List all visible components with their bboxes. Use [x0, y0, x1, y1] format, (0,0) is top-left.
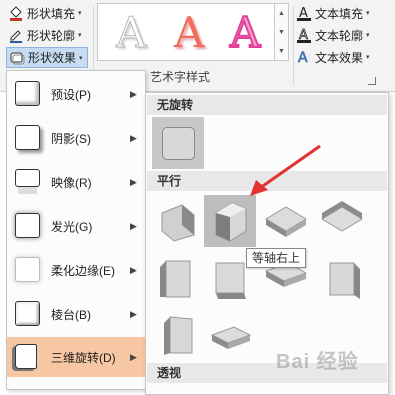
bevel-icon — [15, 301, 40, 326]
menu-item-label: 柔化边缘(E) — [51, 263, 115, 278]
text-outline-label: 文本轮廓 — [315, 28, 364, 43]
screenshot-root: { "ribbon": { "shape_fill_label": "形状填充"… — [0, 0, 395, 395]
wordart-style-3[interactable]: A — [229, 9, 261, 57]
wordart-style-gallery[interactable]: A A A — [97, 3, 275, 61]
submenu-arrow-icon: ▶ — [130, 132, 137, 143]
wordart-group-label: 艺术字样式 — [150, 70, 211, 84]
rotation-perspective-option[interactable] — [152, 385, 204, 395]
watermark: Bai 经验 — [276, 351, 359, 373]
menu-item-3d-rotation[interactable]: 三维旋转(D) ▶ — [7, 337, 145, 377]
menu-item-soft-edges[interactable]: 柔化边缘(E) ▶ — [7, 251, 145, 289]
shape-effects-menu: 预设(P) ▶ 阴影(S) ▶ 映像(R) ▶ 发光(G) ▶ 柔化边缘(E) … — [6, 70, 146, 390]
submenu-arrow-icon: ▶ — [130, 176, 137, 187]
submenu-arrow-icon: ▶ — [130, 351, 137, 362]
glow-icon — [15, 213, 40, 238]
annotation-arrow — [250, 144, 321, 196]
wordart-style-2[interactable]: A — [174, 10, 204, 56]
text-effects-button[interactable]: A 文本效果 ▾ — [296, 47, 370, 67]
menu-item-label: 映像(R) — [51, 175, 92, 190]
rotation-isometric-bottom-down[interactable] — [152, 253, 204, 305]
rotation-isometric-left-down[interactable] — [152, 195, 204, 247]
reflection-icon — [15, 169, 40, 187]
3d-cube-icon — [160, 260, 191, 298]
chevron-down-icon: ▾ — [79, 54, 83, 62]
tooltip: 等轴右上 — [246, 248, 306, 268]
shape-fill-label: 形状填充 — [27, 6, 76, 21]
submenu-arrow-icon: ▶ — [130, 308, 137, 319]
3d-cube-icon — [161, 204, 195, 242]
chevron-down-icon: ▾ — [366, 32, 370, 39]
group-divider — [293, 6, 294, 86]
menu-item-reflection[interactable]: 映像(R) ▶ — [7, 163, 145, 201]
text-fill-icon: A — [296, 5, 312, 21]
preset-icon — [15, 81, 40, 106]
pencil-icon — [8, 27, 24, 43]
scroll-up-icon[interactable]: ▲ — [275, 4, 288, 23]
paint-bucket-icon — [8, 5, 24, 21]
expand-gallery-icon[interactable]: ▼ — [275, 42, 288, 61]
section-no-rotation: 无旋转 — [147, 95, 387, 115]
wordart-style-1[interactable]: A — [115, 9, 146, 56]
menu-item-bevel[interactable]: 棱台(B) ▶ — [7, 295, 145, 333]
text-fill-label: 文本填充 — [315, 6, 364, 21]
menu-item-glow[interactable]: 发光(G) ▶ — [7, 207, 145, 245]
shape-effects-label: 形状效果 — [28, 51, 77, 65]
shape-outline-label: 形状轮廓 — [27, 28, 76, 43]
flat-square-icon — [162, 127, 195, 160]
shape-fill-button[interactable]: 形状填充 ▾ — [8, 3, 82, 23]
text-fill-button[interactable]: A 文本填充 ▾ — [296, 3, 370, 23]
submenu-arrow-icon: ▶ — [130, 220, 137, 231]
rotation-isometric-off-axis-3[interactable] — [316, 253, 368, 305]
submenu-arrow-icon: ▶ — [130, 264, 137, 275]
menu-item-label: 预设(P) — [51, 87, 91, 102]
text-outline-button[interactable]: A 文本轮廓 ▾ — [296, 25, 370, 45]
scroll-down-icon[interactable]: ▼ — [275, 23, 288, 42]
rotation-none-option[interactable] — [152, 117, 204, 169]
dialog-launcher-icon[interactable] — [368, 77, 376, 85]
chevron-down-icon: ▾ — [78, 32, 82, 39]
shape-effects-button[interactable]: 形状效果 ▾ — [6, 47, 88, 68]
text-effects-label: 文本效果 — [315, 50, 364, 65]
shadow-icon — [15, 125, 40, 150]
shape-outline-button[interactable]: 形状轮廓 ▾ — [8, 25, 82, 45]
svg-text:A: A — [298, 50, 308, 65]
text-outline-icon: A — [296, 27, 312, 43]
chevron-down-icon: ▾ — [366, 10, 370, 17]
submenu-arrow-icon: ▶ — [130, 88, 137, 99]
soft-edges-icon — [15, 257, 40, 282]
menu-item-preset[interactable]: 预设(P) ▶ — [7, 75, 145, 113]
chevron-down-icon: ▾ — [78, 10, 82, 17]
3d-cube-icon — [210, 326, 252, 349]
3d-cube-icon — [164, 316, 193, 355]
text-effects-icon: A — [296, 49, 312, 67]
shape-effects-icon — [9, 50, 25, 66]
3d-cube-icon — [329, 262, 360, 299]
menu-item-label: 棱台(B) — [51, 307, 91, 322]
chevron-down-icon: ▾ — [366, 54, 370, 61]
menu-item-label: 阴影(S) — [51, 131, 91, 146]
gallery-scroll[interactable]: ▲ ▼ ▼ — [275, 3, 289, 61]
menu-item-label: 发光(G) — [51, 219, 93, 234]
3d-rotation-icon — [15, 344, 37, 369]
menu-item-label: 三维旋转(D) — [51, 350, 116, 365]
rotation-off-axis-4[interactable] — [152, 309, 204, 361]
rotation-off-axis-5[interactable] — [204, 309, 256, 361]
menu-item-shadow[interactable]: 阴影(S) ▶ — [7, 119, 145, 157]
